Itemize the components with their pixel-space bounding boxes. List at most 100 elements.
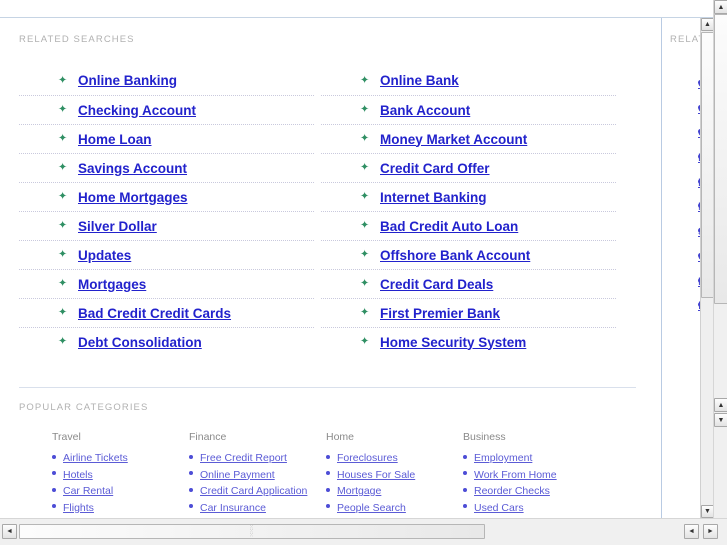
related-search-item[interactable]: ✦ First Premier Bank [321,298,616,327]
sparkle-icon: ✦ [360,248,370,261]
related-search-item[interactable]: ✦ Credit Card Offer [321,153,616,182]
list-item[interactable]: Reorder Checks [463,482,600,499]
related-search-item[interactable]: ✦ Mortgages [19,269,314,298]
related-search-item[interactable]: ✦ Online Banking [19,66,314,95]
related-search-link[interactable]: Online Bank [380,73,459,88]
related-search-link[interactable]: Mortgages [78,277,146,292]
related-search-item[interactable]: ✦ Home Mortgages [19,182,314,211]
related-search-item[interactable]: ✦ Home Security System [321,327,616,356]
list-item[interactable]: Car Rental [52,482,189,499]
scroll-up-button[interactable]: ▲ [714,0,727,14]
related-search-item[interactable]: ✦ Online Bank [321,66,616,95]
related-search-link[interactable]: Credit Card Deals [380,277,493,292]
related-search-item[interactable]: ✦ Offshore Bank Account [321,240,616,269]
category-link[interactable]: Houses For Sale [337,469,415,481]
scroll-thumb-vertical[interactable] [714,14,727,304]
related-search-link[interactable]: Bad Credit Auto Loan [380,219,518,234]
related-search-link[interactable]: Checking Account [78,103,196,118]
window-scrollbar-vertical[interactable]: ▲ ▲ ▼ [713,0,727,518]
related-search-item[interactable]: ✦ Internet Banking [321,182,616,211]
sparkle-icon: ✦ [360,219,370,232]
sparkle-icon: ✦ [58,190,68,203]
dot-icon [463,487,467,492]
category-link[interactable]: Credit Card Application [200,485,307,497]
window-scrollbar-horizontal[interactable]: ◄ ⁙ ⁙ ⁙ ◄ ► [0,518,727,545]
category-link[interactable]: Employment [474,452,532,464]
category-column-home: Home Foreclosures Houses For Sale Mortga… [326,431,463,518]
related-search-item[interactable]: ✦ Bad Credit Auto Loan [321,211,616,240]
related-search-link[interactable]: Internet Banking [380,190,487,205]
frame-scroll-up-button[interactable]: ▲ [701,18,713,31]
list-item[interactable]: Employment [463,449,600,466]
scroll-down-button[interactable]: ▼ [714,413,727,427]
related-search-link[interactable]: Money Market Account [380,132,527,147]
list-item[interactable]: Mortgage [326,482,463,499]
popular-categories-heading: POPULAR CATEGORIES [19,402,149,413]
related-search-link[interactable]: Home Mortgages [78,190,188,205]
sparkle-icon: ✦ [58,103,68,116]
list-item[interactable]: Flights [52,499,189,516]
list-item[interactable]: Free Credit Report [189,449,326,466]
related-search-link[interactable]: Home Loan [78,132,152,147]
related-search-link[interactable]: Bank Account [380,103,470,118]
related-search-item[interactable]: ✦ Updates [19,240,314,269]
document-area: RELATED SEARCHES ✦ Online Banking ✦ Chec… [0,0,713,518]
category-link[interactable]: Airline Tickets [63,452,128,464]
list-item[interactable]: Car Insurance [189,499,326,516]
related-search-link[interactable]: Home Security System [380,335,526,350]
list-item[interactable]: Work From Home [463,466,600,483]
category-link[interactable]: Hotels [63,469,93,481]
related-search-item[interactable]: ✦ Credit Card Deals [321,269,616,298]
related-search-link[interactable]: Savings Account [78,161,187,176]
list-item[interactable]: Credit Card Application [189,482,326,499]
category-link[interactable]: Car Rental [63,485,113,497]
frame-scrollbar-vertical[interactable]: ▲ ▼ [700,18,713,518]
related-search-item[interactable]: ✦ Silver Dollar [19,211,314,240]
category-link[interactable]: Flights [63,502,94,514]
triangle-left-icon: ◄ [688,528,695,535]
related-search-link[interactable]: Debt Consolidation [78,335,202,350]
list-item[interactable]: Used Cars [463,499,600,516]
related-search-link[interactable]: Silver Dollar [78,219,157,234]
category-link[interactable]: Car Insurance [200,502,266,514]
category-link[interactable]: Online Payment [200,469,275,481]
related-search-link[interactable]: First Premier Bank [380,306,500,321]
list-item[interactable]: Airline Tickets [52,449,189,466]
related-search-item[interactable]: ✦ Checking Account [19,95,314,124]
dot-icon [189,487,193,492]
scroll-right-button[interactable]: ► [703,524,718,539]
related-search-item[interactable]: ✦ Bad Credit Credit Cards [19,298,314,327]
scroll-up-button-secondary[interactable]: ▲ [714,398,727,412]
frame-scroll-down-button[interactable]: ▼ [701,505,713,518]
list-item[interactable]: Online Payment [189,466,326,483]
related-search-link[interactable]: Online Banking [78,73,177,88]
list-item[interactable]: Foreclosures [326,449,463,466]
frame-scroll-thumb[interactable] [701,32,713,298]
related-search-item[interactable]: ✦ Debt Consolidation [19,327,314,356]
related-search-item[interactable]: ✦ Money Market Account [321,124,616,153]
related-search-item[interactable]: ✦ Bank Account [321,95,616,124]
category-link-list: Employment Work From Home Reorder Checks… [463,449,600,518]
related-search-link[interactable]: Offshore Bank Account [380,248,530,263]
related-search-link[interactable]: Credit Card Offer [380,161,490,176]
related-search-item[interactable]: ✦ Home Loan [19,124,314,153]
list-item[interactable]: Houses For Sale [326,466,463,483]
list-item[interactable]: Hotels [52,466,189,483]
related-search-link[interactable]: Bad Credit Credit Cards [78,306,231,321]
related-search-link[interactable]: Updates [78,248,131,263]
category-link[interactable]: Used Cars [474,502,524,514]
sparkle-icon: ✦ [58,74,68,86]
category-link[interactable]: Reorder Checks [474,485,550,497]
category-link[interactable]: Mortgage [337,485,381,497]
list-item[interactable]: People Search [326,499,463,516]
dot-icon [326,504,330,508]
category-link[interactable]: Foreclosures [337,452,398,464]
related-search-item[interactable]: ✦ Savings Account [19,153,314,182]
scroll-left-button[interactable]: ◄ [2,524,17,539]
category-link[interactable]: Work From Home [474,469,557,481]
category-link[interactable]: Free Credit Report [200,452,287,464]
category-link[interactable]: People Search [337,502,406,514]
triangle-up-icon: ▲ [717,3,725,11]
scroll-left-button-secondary[interactable]: ◄ [684,524,699,539]
scroll-thumb-horizontal[interactable]: ⁙ ⁙ ⁙ [19,524,485,539]
